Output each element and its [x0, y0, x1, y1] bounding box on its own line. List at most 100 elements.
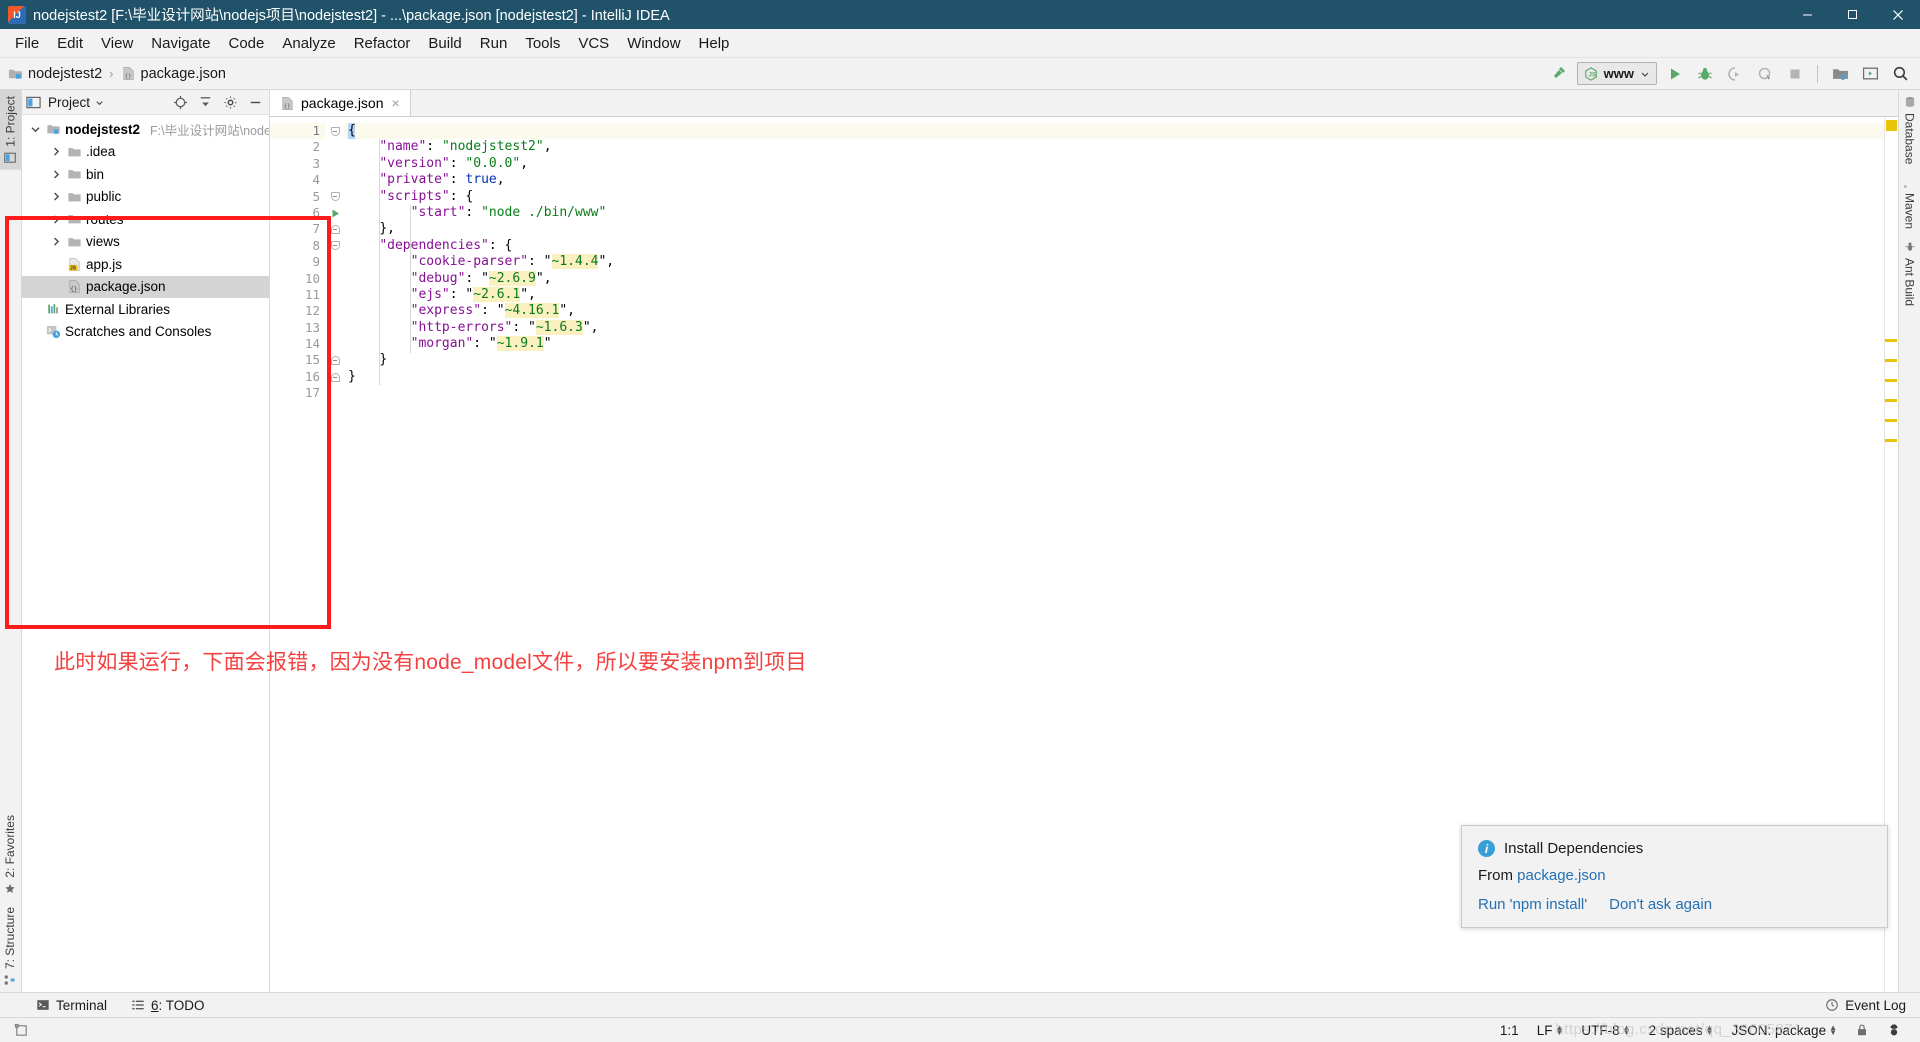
menu-item-run[interactable]: Run	[471, 32, 517, 55]
editor-tab-package-json[interactable]: {} package.json ×	[270, 90, 411, 116]
menu-item-refactor[interactable]: Refactor	[345, 32, 420, 55]
sidebar-item-project[interactable]: 1: Project	[0, 90, 21, 170]
code-line[interactable]: },	[344, 221, 1884, 237]
breadcrumb-item-file[interactable]: {} package.json	[121, 66, 226, 82]
code-line[interactable]: }	[344, 369, 1884, 385]
menu-item-vcs[interactable]: VCS	[569, 32, 618, 55]
fold-region-start-icon[interactable]	[326, 189, 344, 205]
code-line[interactable]: "cookie-parser": "~1.4.4",	[344, 254, 1884, 270]
tool-window-todo[interactable]: 6: TODO	[131, 998, 205, 1013]
sidebar-item-ant-build[interactable]: Ant Build	[1899, 235, 1920, 312]
search-everywhere-button[interactable]	[1888, 62, 1912, 86]
event-log-button[interactable]: Event Log	[1825, 998, 1906, 1013]
menu-item-file[interactable]: File	[6, 32, 48, 55]
close-tab-icon[interactable]: ×	[390, 95, 402, 111]
code-line[interactable]	[344, 385, 1884, 401]
tree-node-public[interactable]: public	[22, 186, 269, 209]
tree-node-app-js[interactable]: JSapp.js	[22, 253, 269, 276]
stop-button[interactable]	[1783, 62, 1807, 86]
tree-node-external-libraries[interactable]: External Libraries	[22, 298, 269, 321]
fold-region-start-icon[interactable]	[326, 123, 344, 139]
fold-region-start-icon[interactable]	[326, 238, 344, 254]
menu-item-help[interactable]: Help	[690, 32, 739, 55]
code-line[interactable]: "dependencies": {	[344, 238, 1884, 254]
code-line[interactable]: "http-errors": "~1.6.3",	[344, 320, 1884, 336]
fold-region-end-icon[interactable]	[326, 369, 344, 385]
project-tree[interactable]: nodejstest2F:\毕业设计网站\node.ideabinpublicr…	[22, 115, 269, 992]
tool-window-terminal[interactable]: Terminal	[36, 998, 107, 1013]
locate-file-button[interactable]	[170, 92, 190, 112]
chevron-right-icon[interactable]	[49, 214, 63, 225]
chevron-right-icon[interactable]	[49, 169, 63, 180]
status-encoding[interactable]: UTF-8 ▲▼	[1572, 1023, 1639, 1038]
tree-node-routes[interactable]: routes	[22, 208, 269, 231]
sidebar-item-maven[interactable]: m Maven	[1899, 170, 1920, 235]
sidebar-item-favorites[interactable]: 2: Favorites	[0, 809, 20, 901]
maximize-button[interactable]	[1830, 0, 1875, 29]
code-line[interactable]: "debug": "~2.6.9",	[344, 271, 1884, 287]
menu-item-tools[interactable]: Tools	[516, 32, 569, 55]
chevron-right-icon[interactable]	[49, 236, 63, 247]
fold-region-end-icon[interactable]	[326, 221, 344, 237]
code-line[interactable]: "morgan": "~1.9.1"	[344, 336, 1884, 352]
status-read-only-toggle[interactable]	[1846, 1023, 1878, 1037]
menu-item-analyze[interactable]: Analyze	[273, 32, 344, 55]
status-file-schema[interactable]: JSON: package ▲▼	[1723, 1023, 1846, 1038]
menu-item-build[interactable]: Build	[419, 32, 470, 55]
status-caret-position[interactable]: 1:1	[1491, 1023, 1528, 1038]
collapse-all-button[interactable]	[195, 92, 215, 112]
code-line[interactable]: }	[344, 352, 1884, 368]
menu-item-window[interactable]: Window	[618, 32, 689, 55]
run-with-coverage-button[interactable]	[1723, 62, 1747, 86]
build-project-button[interactable]	[1547, 62, 1571, 86]
run-configuration-selector[interactable]: JS www	[1577, 62, 1657, 85]
external-libraries-icon	[46, 302, 61, 316]
tree-node-views[interactable]: views	[22, 231, 269, 254]
sidebar-item-structure[interactable]: 7: Structure	[0, 901, 20, 992]
debug-button[interactable]	[1693, 62, 1717, 86]
tree-node--idea[interactable]: .idea	[22, 141, 269, 164]
chevron-right-icon[interactable]	[49, 191, 63, 202]
toggle-toolwindows-icon[interactable]	[14, 1023, 29, 1038]
code-line[interactable]: "start": "node ./bin/www"	[344, 205, 1884, 221]
chevron-down-icon[interactable]	[28, 124, 42, 135]
project-settings-button[interactable]	[220, 92, 240, 112]
hide-panel-button[interactable]	[245, 92, 265, 112]
code-line[interactable]: "version": "0.0.0",	[344, 156, 1884, 172]
project-structure-button[interactable]	[1828, 62, 1852, 86]
code-line[interactable]: "private": true,	[344, 172, 1884, 188]
status-inspection-toggle[interactable]	[1878, 1023, 1910, 1038]
breadcrumb-item-project[interactable]: nodejstest2	[8, 66, 102, 82]
editor-fold-column[interactable]	[326, 117, 344, 992]
code-line[interactable]: "name": "nodejstest2",	[344, 139, 1884, 155]
dont-ask-again-link[interactable]: Don't ask again	[1609, 896, 1712, 913]
menu-item-code[interactable]: Code	[219, 32, 273, 55]
code-line[interactable]: "scripts": {	[344, 189, 1884, 205]
minimize-button[interactable]	[1785, 0, 1830, 29]
menu-item-navigate[interactable]: Navigate	[142, 32, 219, 55]
fold-region-end-icon[interactable]	[326, 352, 344, 368]
open-terminal-button[interactable]	[1858, 62, 1882, 86]
tree-node-bin[interactable]: bin	[22, 163, 269, 186]
run-npm-install-link[interactable]: Run 'npm install'	[1478, 896, 1587, 913]
run-script-gutter-icon[interactable]	[326, 205, 344, 221]
tree-node-scratches-and-consoles[interactable]: Scratches and Consoles	[22, 321, 269, 344]
install-dependencies-notification[interactable]: i Install Dependencies From package.json…	[1461, 825, 1888, 928]
code-line[interactable]: "ejs": "~2.6.1",	[344, 287, 1884, 303]
close-button[interactable]	[1875, 0, 1920, 29]
notification-source-link[interactable]: package.json	[1517, 867, 1605, 884]
tree-node-package-json[interactable]: {}package.json	[22, 276, 269, 299]
status-indent[interactable]: 2 spaces ▲▼	[1640, 1023, 1723, 1038]
sidebar-item-database[interactable]: Database	[1899, 90, 1920, 170]
menu-item-view[interactable]: View	[92, 32, 142, 55]
chevron-right-icon[interactable]	[49, 146, 63, 157]
code-line[interactable]: "express": "~4.16.1",	[344, 303, 1884, 319]
chevron-down-icon[interactable]	[95, 98, 104, 107]
run-button[interactable]	[1663, 62, 1687, 86]
menu-item-edit[interactable]: Edit	[48, 32, 92, 55]
tree-node-nodejstest2[interactable]: nodejstest2F:\毕业设计网站\node	[22, 118, 269, 141]
status-line-separator[interactable]: LF ▲▼	[1528, 1023, 1573, 1038]
profile-button[interactable]	[1753, 62, 1777, 86]
code-line[interactable]: {	[344, 123, 1884, 139]
breadcrumb-separator: ›	[109, 66, 113, 81]
